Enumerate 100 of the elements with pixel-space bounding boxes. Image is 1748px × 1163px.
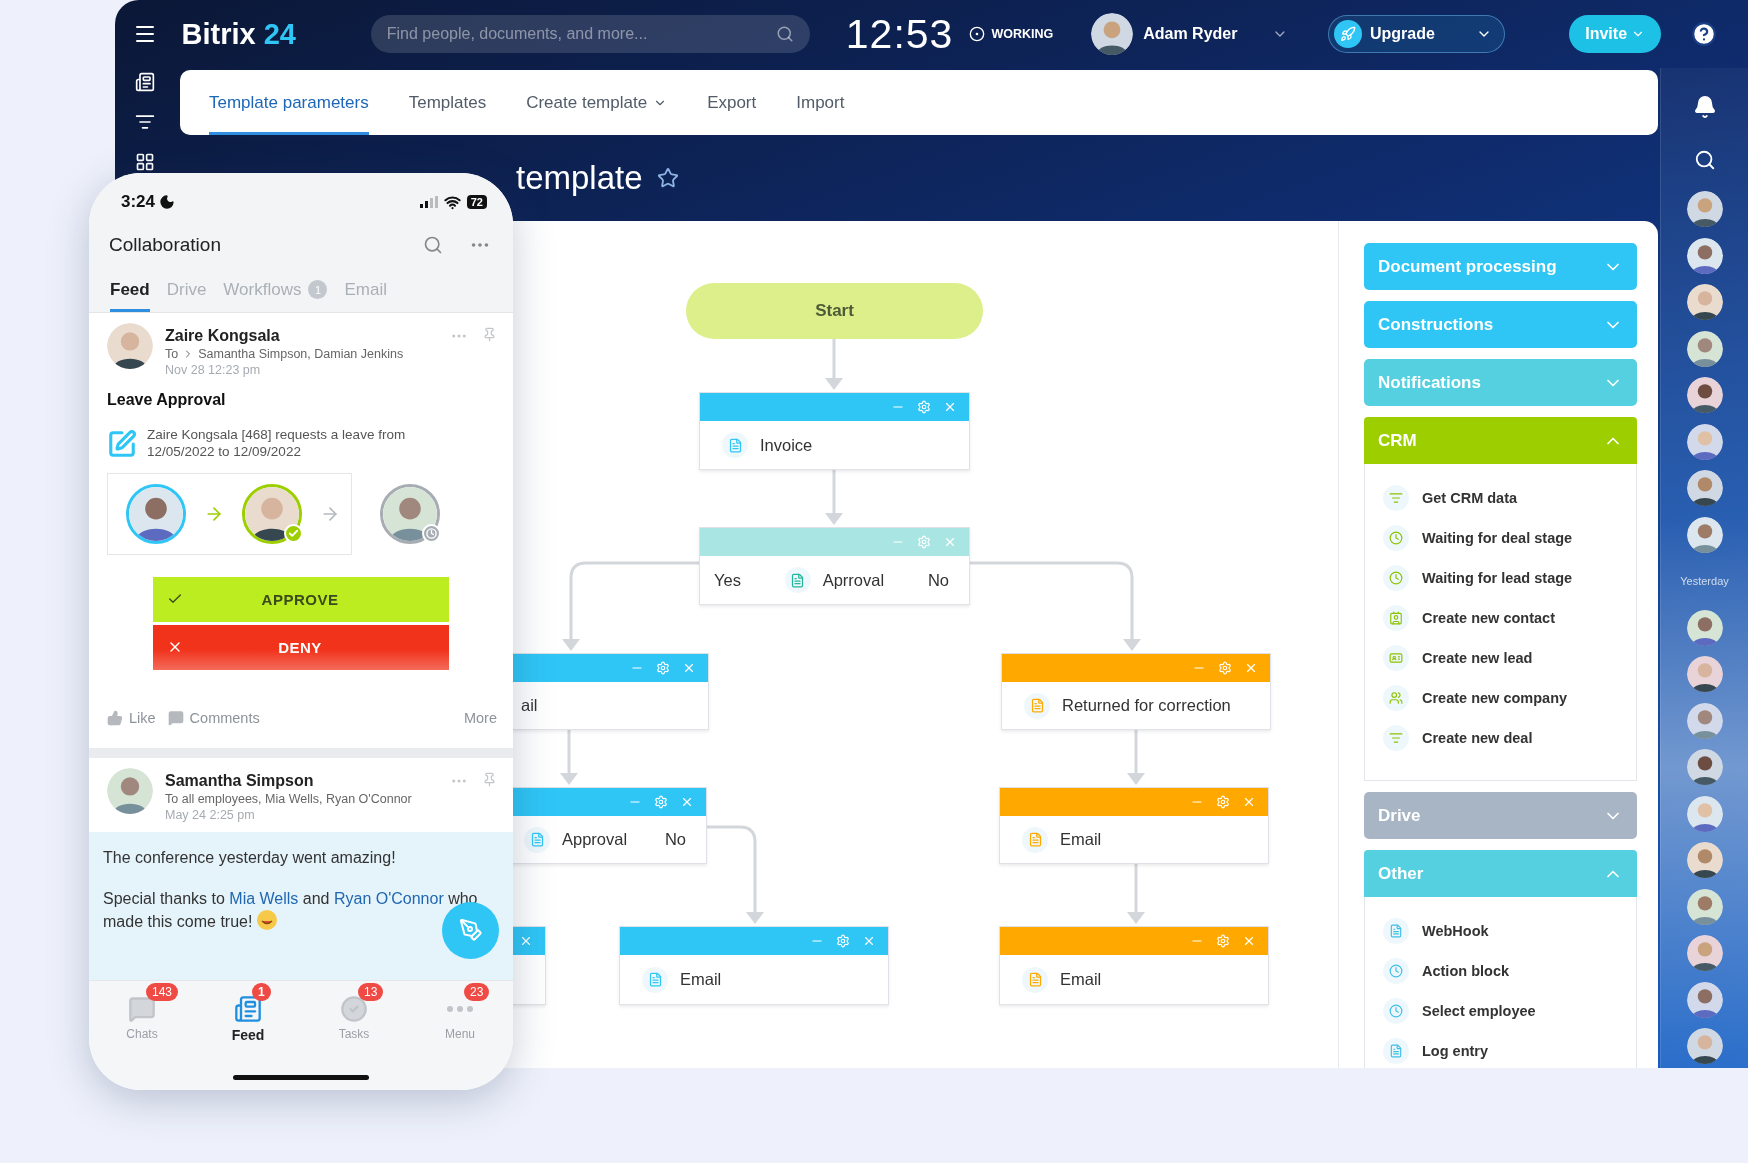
branch-label: No xyxy=(664,830,686,849)
battery-level: 72 xyxy=(466,195,487,209)
pin-icon[interactable] xyxy=(482,771,497,787)
mention-link[interactable]: Ryan O'Connor xyxy=(333,889,444,907)
close-icon[interactable] xyxy=(1244,661,1258,675)
mention-link[interactable]: Mia Wells xyxy=(229,889,299,907)
date-label: Yesterday xyxy=(1680,575,1729,588)
author-name: Zaire Kongsala xyxy=(165,327,281,345)
avatar xyxy=(107,767,153,814)
tool-item[interactable]: Log entry xyxy=(1422,1043,1489,1059)
logo: Bitrix 24 xyxy=(181,17,297,51)
pin-icon[interactable] xyxy=(482,327,497,342)
recipients: Samantha Simpson, Damian Jenkins xyxy=(198,347,404,361)
close-icon[interactable] xyxy=(1242,934,1256,948)
document-icon xyxy=(1022,826,1048,853)
status-time: 3:24 xyxy=(121,192,156,212)
close-icon[interactable] xyxy=(1242,795,1256,809)
bell-icon[interactable] xyxy=(1692,94,1717,119)
tool-item[interactable]: WebHook xyxy=(1422,923,1489,939)
document-icon xyxy=(1383,918,1409,944)
close-icon[interactable] xyxy=(943,400,957,414)
settings-icon[interactable] xyxy=(654,795,668,809)
contact-icon xyxy=(1383,605,1409,631)
tab[interactable]: Templates xyxy=(408,70,487,135)
node-label: Email xyxy=(1060,830,1102,849)
count-badge: 143 xyxy=(146,982,179,1001)
tool-item[interactable]: Create new lead xyxy=(1422,650,1533,666)
document-icon xyxy=(1024,692,1050,719)
tab[interactable]: Create template xyxy=(526,70,668,135)
grid-icon[interactable] xyxy=(135,152,155,172)
chats-icon xyxy=(128,994,156,1023)
approve-button[interactable]: APPROVE xyxy=(153,576,449,622)
page-title: template xyxy=(516,159,643,197)
settings-icon[interactable] xyxy=(917,535,931,549)
author-name: Samantha Simpson xyxy=(165,771,315,790)
record-icon[interactable] xyxy=(969,26,986,42)
count-badge: 13 xyxy=(358,982,384,1001)
close-icon[interactable] xyxy=(943,535,957,549)
document-icon xyxy=(642,966,668,993)
star-icon[interactable] xyxy=(656,167,679,189)
tool-item[interactable]: Create new deal xyxy=(1422,730,1533,746)
node-label: Aprroval xyxy=(822,570,885,590)
nav-tab[interactable]: 1 Feed xyxy=(206,982,290,1043)
user-avatar xyxy=(1091,13,1134,55)
search-icon[interactable] xyxy=(1693,148,1716,171)
contact-avatar xyxy=(1686,1028,1723,1065)
contact-avatar xyxy=(1686,935,1723,972)
node-label: Email xyxy=(1060,970,1102,989)
news-icon[interactable] xyxy=(135,72,155,92)
tool-item[interactable]: Create new contact xyxy=(1422,610,1555,626)
contact-avatar xyxy=(1686,749,1723,786)
tool-item[interactable]: Create new company xyxy=(1422,690,1568,706)
nav-tab[interactable]: 13 Tasks xyxy=(312,982,396,1043)
settings-icon[interactable] xyxy=(836,934,850,948)
card-icon xyxy=(1383,645,1409,671)
settings-icon[interactable] xyxy=(917,400,931,414)
count-badge: 1 xyxy=(308,280,328,299)
filter-icon xyxy=(1383,485,1409,511)
thumbs-up-icon xyxy=(107,709,123,726)
tab[interactable]: Import xyxy=(796,70,845,135)
message-text: The conference yesterday went amazing! xyxy=(103,847,397,868)
document-icon xyxy=(784,567,811,593)
tool-item[interactable]: Action block xyxy=(1422,963,1509,979)
contact-avatar xyxy=(1686,423,1723,460)
emoji-icon xyxy=(256,910,277,931)
pen-icon xyxy=(458,918,483,943)
settings-icon[interactable] xyxy=(1216,934,1230,948)
count-badge: 23 xyxy=(464,982,490,1001)
contact-avatar xyxy=(1686,656,1723,693)
tool-item[interactable]: Get CRM data xyxy=(1422,490,1518,506)
start-node: Start xyxy=(686,283,983,339)
recipients: To all employees, Mia Wells, Ryan O'Connor xyxy=(165,791,412,806)
user-name[interactable]: Adam Ryder xyxy=(1143,25,1273,43)
connector-arrow xyxy=(825,339,843,390)
contact-avatar xyxy=(1686,191,1723,228)
filter-icon[interactable] xyxy=(135,112,155,132)
avatar xyxy=(107,323,153,369)
contact-avatar xyxy=(1686,470,1723,507)
request-text: Zaire Kongsala [468] requests a leave from 12/05/2022 to 12/09/2022 xyxy=(147,427,407,461)
close-icon[interactable] xyxy=(680,795,694,809)
nav-tab[interactable]: 23 Menu xyxy=(418,982,502,1043)
upgrade-button[interactable]: Upgrade xyxy=(1327,15,1506,53)
tool-item[interactable]: Waiting for lead stage xyxy=(1422,570,1573,586)
feed-icon xyxy=(234,994,262,1023)
document-icon xyxy=(722,432,748,458)
filter-icon xyxy=(1383,725,1409,751)
settings-icon[interactable] xyxy=(656,661,670,675)
tab[interactable]: Export xyxy=(707,70,757,135)
tool-item[interactable]: Waiting for deal stage xyxy=(1422,530,1573,546)
nav-tab[interactable]: 143 Chats xyxy=(100,982,184,1043)
settings-icon[interactable] xyxy=(1216,795,1230,809)
close-icon[interactable] xyxy=(862,934,876,948)
settings-icon[interactable] xyxy=(1218,661,1232,675)
tool-item[interactable]: Select employee xyxy=(1422,1003,1536,1019)
ellipsis-icon xyxy=(447,1005,473,1012)
deny-button[interactable]: DENY xyxy=(153,624,449,670)
help-icon[interactable] xyxy=(1691,21,1718,47)
tab[interactable]: Template parameters xyxy=(209,70,369,135)
close-icon[interactable] xyxy=(519,934,533,948)
close-icon[interactable] xyxy=(682,661,696,675)
